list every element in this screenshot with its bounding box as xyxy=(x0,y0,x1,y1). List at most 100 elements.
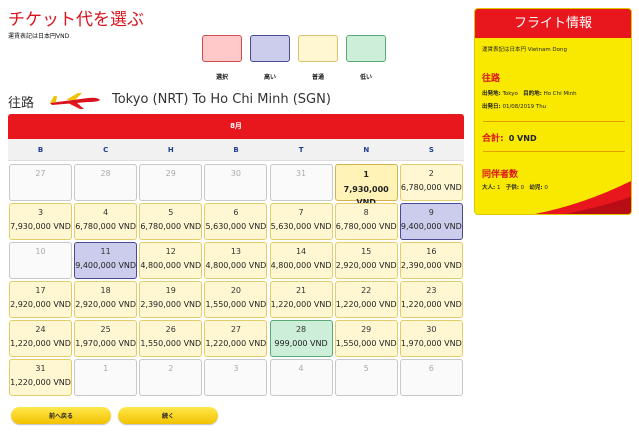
day-price: 4,800,000 VND xyxy=(140,261,202,270)
calendar-day-cell[interactable]: 17,930,000 VND xyxy=(334,164,398,207)
day-price: 6,780,000 VND xyxy=(400,183,462,192)
divider xyxy=(483,121,625,122)
calendar-day-cell[interactable]: 17 2,920,000 VND xyxy=(9,281,72,318)
calendar-day-cell[interactable]: 4 6,780,000 VND xyxy=(74,203,138,240)
day-number: 26 xyxy=(165,325,176,334)
day-number: 27 xyxy=(230,325,241,334)
day-price: 2,920,000 VND xyxy=(335,261,397,270)
day-number: 24 xyxy=(35,325,46,334)
legend-swatch xyxy=(202,35,242,62)
day-number: 28 xyxy=(100,169,111,178)
day-number: 21 xyxy=(295,286,307,295)
legend-label: 選択 xyxy=(215,74,228,81)
day-number: 31 xyxy=(35,364,46,373)
calendar-day-cell[interactable]: 2 6,780,000 VND xyxy=(399,164,463,201)
legend-selected: 選択 xyxy=(202,35,242,81)
calendar-day-cell[interactable]: 19 2,390,000 VND xyxy=(139,281,203,318)
day-number: 16 xyxy=(426,247,437,256)
legend-low: 低い xyxy=(346,35,386,81)
calendar-day-cell[interactable]: 24 1,220,000 VND xyxy=(9,320,72,357)
calendar-day-cell[interactable]: 23 1,220,000 VND xyxy=(399,281,463,318)
calendar-day-cell[interactable]: 5 6,780,000 VND xyxy=(139,203,203,240)
calendar-day-cell[interactable]: 16 2,390,000 VND xyxy=(399,242,463,279)
calendar-day-cell[interactable]: 26 1,550,000 VND xyxy=(139,320,203,357)
calendar-grid: 272829303117,930,000 VND26,780,000 VND37… xyxy=(8,161,464,401)
calendar-day-cell[interactable]: 25 1,970,000 VND xyxy=(74,320,138,357)
day-number: 13 xyxy=(230,247,241,256)
legend-swatch xyxy=(346,35,386,62)
calendar-day-cell[interactable]: 20 1,550,000 VND xyxy=(204,281,268,318)
day-price: 4,800,000 VND xyxy=(270,261,332,270)
day-number: 1 xyxy=(363,170,369,179)
currency-note: 運賃表記は日本円VND xyxy=(8,33,70,40)
day-number: 29 xyxy=(165,169,176,178)
day-number: 12 xyxy=(165,247,176,256)
day-number: 3 xyxy=(233,364,239,373)
departure-date-line: 出発日: 01/08/2019 Thu xyxy=(482,102,546,110)
day-price: 2,390,000 VND xyxy=(400,261,462,270)
day-price: 2,920,000 VND xyxy=(75,300,137,309)
calendar-day-cell[interactable]: 6 5,630,000 VND xyxy=(204,203,268,240)
calendar-day-cell[interactable]: 28 999,000 VND xyxy=(269,320,333,357)
calendar-day-cell[interactable]: 18 2,920,000 VND xyxy=(74,281,138,318)
day-price: 6,780,000 VND xyxy=(335,222,397,231)
calendar-day-cell[interactable]: 8 6,780,000 VND xyxy=(334,203,398,240)
day-number: 6 xyxy=(233,208,239,217)
day-price: 1,550,000 VND xyxy=(205,300,267,309)
day-price: 1,970,000 VND xyxy=(400,339,462,348)
calendar-day-cell[interactable]: 3 7,930,000 VND xyxy=(9,203,72,240)
calendar-day-cell[interactable]: 31 1,220,000 VND xyxy=(9,359,72,396)
calendar-day-cell: 6 xyxy=(399,359,463,396)
calendar-day-cell: 29 xyxy=(139,164,203,201)
calendar-day-cell[interactable]: 13 4,800,000 VND xyxy=(204,242,268,279)
page-title: チケット代を選ぶ xyxy=(8,10,144,30)
calendar-day-cell: 27 xyxy=(9,164,72,201)
divider xyxy=(483,151,625,152)
fare-legend: 選択 高い 普通 低い xyxy=(202,35,387,81)
day-price: 9,400,000 VND xyxy=(75,261,137,270)
back-button[interactable]: 前へ戻る xyxy=(11,407,111,424)
calendar-day-cell: 1 xyxy=(74,359,138,396)
day-number: 18 xyxy=(100,286,111,295)
day-number: 5 xyxy=(363,364,369,373)
day-number: 5 xyxy=(168,208,174,217)
from-value: Tokyo xyxy=(502,91,518,97)
calendar-day-cell: 31 xyxy=(269,164,333,201)
date-value: 01/08/2019 Thu xyxy=(502,104,547,110)
calendar-day-cell[interactable]: 21 1,220,000 VND xyxy=(269,281,333,318)
decorative-swoosh xyxy=(535,180,631,214)
calendar-day-cell: 4 xyxy=(269,359,333,396)
day-number: 27 xyxy=(35,169,46,178)
legend-swatch xyxy=(298,35,338,62)
day-number: 4 xyxy=(298,364,304,373)
calendar-day-cell[interactable]: 12 4,800,000 VND xyxy=(139,242,203,279)
weekday-label: B xyxy=(233,146,239,154)
day-price: 1,550,000 VND xyxy=(335,339,397,348)
day-price: 1,220,000 VND xyxy=(10,339,71,348)
calendar-day-cell[interactable]: 15 2,920,000 VND xyxy=(334,242,398,279)
info-currency-note: 運賃表記は日本円 Vietnam Dong xyxy=(482,47,567,53)
day-number: 8 xyxy=(363,208,369,217)
day-price: 5,630,000 VND xyxy=(205,222,267,231)
legend-label: 高い xyxy=(263,74,276,81)
weekday-header: B C H B T N S xyxy=(8,139,464,161)
calendar-day-cell[interactable]: 29 1,550,000 VND xyxy=(334,320,398,357)
day-number: 14 xyxy=(295,247,307,256)
day-price: 2,920,000 VND xyxy=(10,300,71,309)
day-price: 1,220,000 VND xyxy=(335,300,397,309)
calendar-day-cell[interactable]: 9 9,400,000 VND xyxy=(399,203,463,240)
calendar-day-cell[interactable]: 30 1,970,000 VND xyxy=(399,320,463,357)
day-number: 23 xyxy=(426,286,437,295)
legend-label: 低い xyxy=(359,74,372,81)
calendar-day-cell[interactable]: 7 5,630,000 VND xyxy=(269,203,333,240)
route-row: 往路 Tokyo (NRT) To Ho Chi Minh (SGN) xyxy=(8,91,464,111)
day-number: 11 xyxy=(100,247,111,256)
booking-page: チケット代を選ぶ 運賃表記は日本円VND 選択 高い 普通 低い 往路 Toky… xyxy=(0,0,639,433)
calendar-day-cell[interactable]: 27 1,220,000 VND xyxy=(204,320,268,357)
calendar-day-cell[interactable]: 11 9,400,000 VND xyxy=(74,242,138,279)
day-number: 31 xyxy=(295,169,307,178)
calendar-day-cell[interactable]: 22 1,220,000 VND xyxy=(334,281,398,318)
continue-button[interactable]: 続く xyxy=(118,407,218,424)
weekday-label: N xyxy=(363,146,370,154)
calendar-day-cell[interactable]: 14 4,800,000 VND xyxy=(269,242,333,279)
